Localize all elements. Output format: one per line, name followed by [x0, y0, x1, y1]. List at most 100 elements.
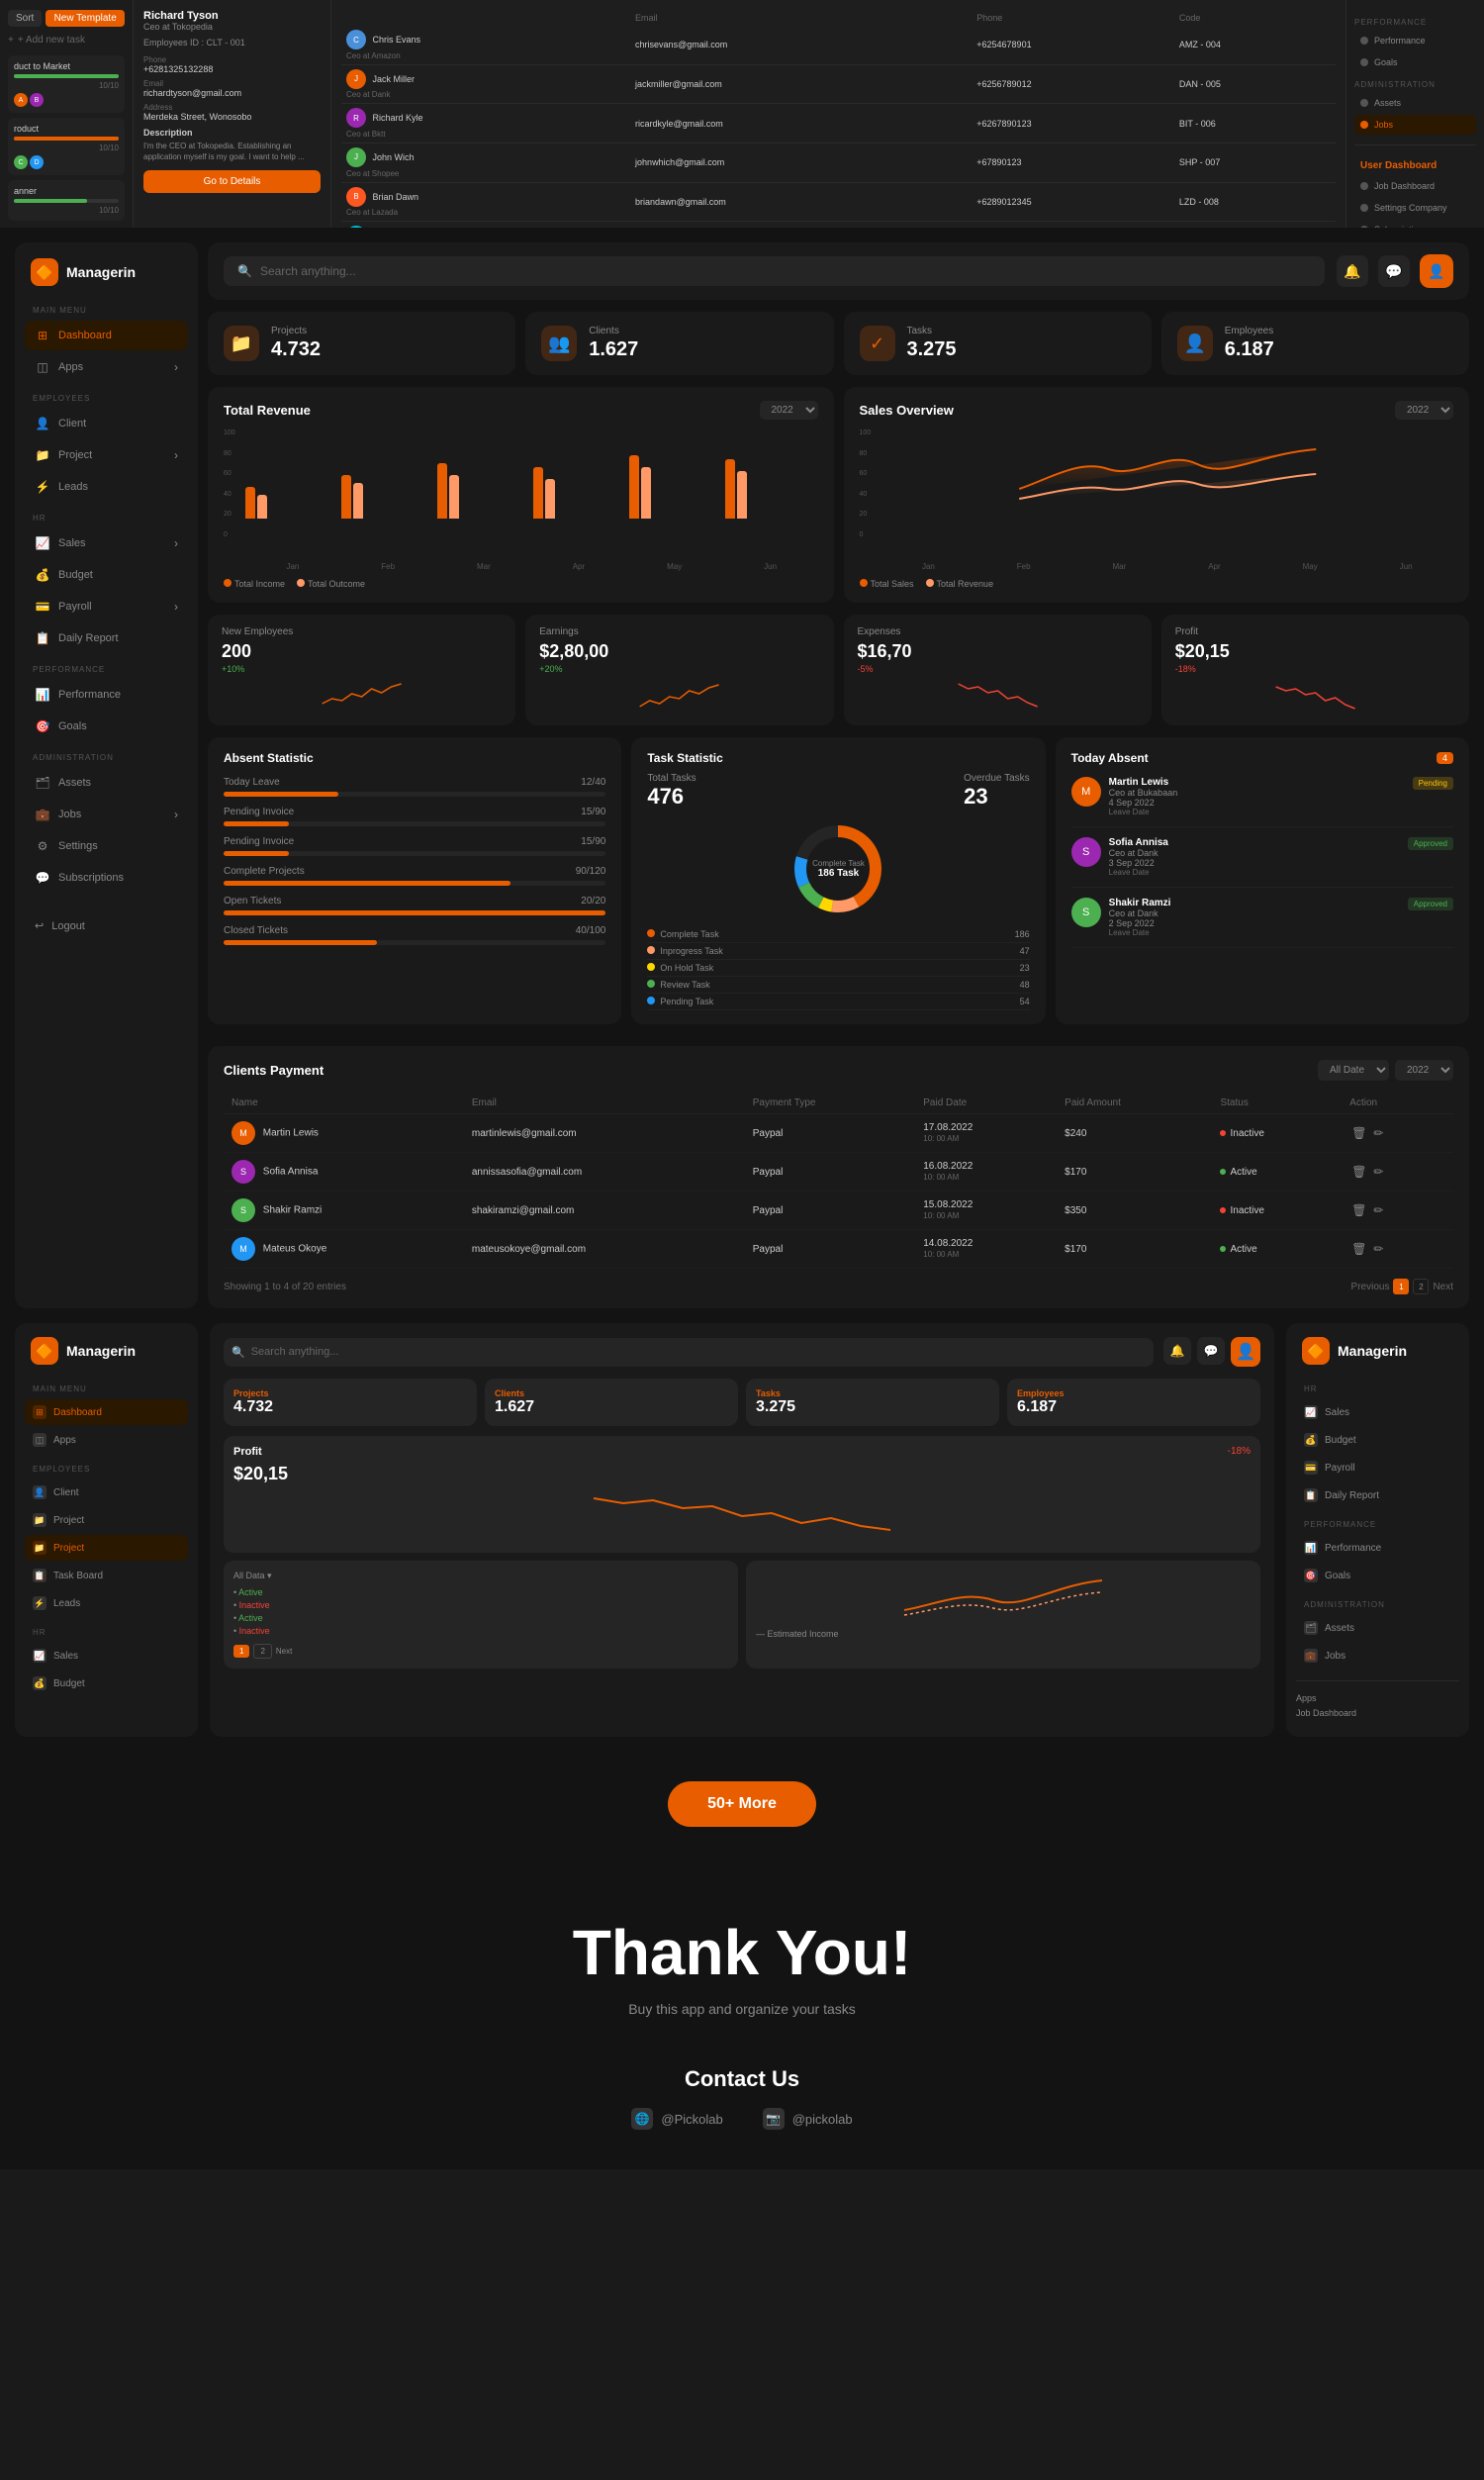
delete-button[interactable]: 🗑	[1349, 1201, 1368, 1219]
delete-button[interactable]: 🗑	[1349, 1240, 1368, 1258]
sidebar-item-budget[interactable]: 💰 Budget	[25, 560, 188, 590]
metric-card-employees: New Employees 200 +10%	[208, 615, 515, 725]
sales-line-chart	[881, 429, 1454, 519]
prev-project-item[interactable]: 📁 Project	[25, 1507, 188, 1533]
prev-apps-item[interactable]: ◫ Apps	[25, 1427, 188, 1453]
contact-table-row: J James WayneCeo at Gojek jameswayne@gma…	[341, 222, 1336, 228]
prev-page-2[interactable]: 2	[253, 1644, 271, 1659]
perf-item[interactable]: Performance	[1354, 31, 1476, 50]
message-button[interactable]: 💬	[1378, 255, 1410, 287]
prev-client-item[interactable]: 👤 Client	[25, 1479, 188, 1505]
dashboard-header: 🔍 Search anything... 🔔 💬 👤	[208, 242, 1469, 300]
preview-notif-button[interactable]: 🔔	[1163, 1337, 1191, 1365]
prev3-perf-item[interactable]: 📊 Performance	[1296, 1535, 1459, 1561]
income-bar	[245, 487, 255, 519]
notification-button[interactable]: 🔔	[1337, 255, 1368, 287]
sidebar-item-performance[interactable]: 📊 Performance	[25, 680, 188, 710]
jobs-item[interactable]: Jobs	[1354, 115, 1476, 135]
settings-item[interactable]: Settings Company	[1354, 198, 1476, 218]
payment-table-row: S Sofia Annisa annissasofia@gmail.com Pa…	[224, 1153, 1453, 1192]
sidebar-item-project[interactable]: 📁 Project	[25, 440, 188, 470]
pay-page-2-button[interactable]: 2	[1413, 1279, 1429, 1294]
prev3-budget-icon: 💰	[1304, 1433, 1318, 1447]
sales-y-labels: 100806040200	[860, 429, 880, 538]
leads-icon: ⚡	[35, 479, 50, 495]
status-dot	[1220, 1169, 1226, 1175]
prev3-budget-item[interactable]: 💰 Budget	[1296, 1427, 1459, 1453]
preview-msg-button[interactable]: 💬	[1197, 1337, 1225, 1365]
edit-button[interactable]: ✏	[1371, 1201, 1385, 1219]
edit-button[interactable]: ✏	[1371, 1163, 1385, 1181]
tasks-icon: ✓	[860, 326, 895, 361]
assets-item[interactable]: Assets	[1354, 93, 1476, 113]
prev-project-active-item[interactable]: 📁 Project	[25, 1535, 188, 1561]
sales-year-select[interactable]: 2022	[1395, 401, 1453, 420]
sort-button[interactable]: Sort	[8, 10, 42, 27]
prev-taskboard-item[interactable]: 📋 Task Board	[25, 1563, 188, 1588]
prev3-goals-item[interactable]: 🎯 Goals	[1296, 1563, 1459, 1588]
sidebar-item-assets[interactable]: 🗂 Assets	[25, 768, 188, 798]
sidebar-item-goals[interactable]: 🎯 Goals	[25, 712, 188, 741]
sidebar-item-settings[interactable]: ⚙ Settings	[25, 831, 188, 861]
contact-link-1[interactable]: 🌐 @Pickolab	[631, 2108, 722, 2130]
preview-avatar[interactable]: 👤	[1231, 1337, 1260, 1367]
subscriptions-item[interactable]: Subscriptions	[1354, 220, 1476, 228]
prev-leads-item[interactable]: ⚡ Leads	[25, 1590, 188, 1616]
prev-sales-item[interactable]: 📈 Sales	[25, 1643, 188, 1669]
new-template-button[interactable]: New Template	[46, 10, 125, 27]
status-dot	[1220, 1207, 1226, 1213]
user-avatar[interactable]: 👤	[1420, 254, 1453, 288]
sidebar-item-client[interactable]: 👤 Client	[25, 409, 188, 438]
sidebar-item-jobs[interactable]: 💼 Jobs	[25, 800, 188, 829]
prev-dashboard-item[interactable]: ⊞ Dashboard	[25, 1399, 188, 1425]
add-task-row[interactable]: + + Add new task	[8, 35, 125, 46]
contact-link-2[interactable]: 📷 @pickolab	[763, 2108, 853, 2130]
all-date-select[interactable]: All Date	[1318, 1060, 1389, 1081]
sidebar-item-subscriptions[interactable]: 💬 Subscriptions	[25, 863, 188, 893]
prev3-daily-item[interactable]: 📋 Daily Report	[1296, 1482, 1459, 1508]
sidebar-item-payroll[interactable]: 💳 Payroll	[25, 592, 188, 621]
more-button[interactable]: 50+ More	[668, 1781, 816, 1827]
prev3-payroll-item[interactable]: 💳 Payroll	[1296, 1455, 1459, 1480]
delete-button[interactable]: 🗑	[1349, 1163, 1368, 1181]
sidebar-item-apps[interactable]: ◫ Apps	[25, 352, 188, 382]
revenue-year-select[interactable]: 2022	[760, 401, 818, 420]
delete-button[interactable]: 🗑	[1349, 1124, 1368, 1142]
preview-stat-4: Employees 6.187	[1007, 1379, 1260, 1426]
pay-avatar: S	[232, 1160, 255, 1184]
go-details-button[interactable]: Go to Details	[143, 170, 321, 193]
sidebar-item-daily-report[interactable]: 📋 Daily Report	[25, 623, 188, 653]
preview-search-box[interactable]: 🔍 Search anything...	[224, 1338, 1154, 1367]
income-bar	[629, 455, 639, 519]
search-box[interactable]: 🔍 Search anything...	[224, 256, 1325, 286]
edit-button[interactable]: ✏	[1371, 1124, 1385, 1142]
prev-sales-icon: 📈	[33, 1649, 46, 1663]
preview-logo-icon-3: 🔶	[1302, 1337, 1330, 1365]
logout-icon: ↩	[35, 919, 44, 932]
prev3-assets-item[interactable]: 🗂 Assets	[1296, 1615, 1459, 1641]
job-dashboard-item[interactable]: Job Dashboard	[1354, 176, 1476, 196]
prev-page-1[interactable]: 1	[233, 1645, 249, 1658]
logout-button[interactable]: ↩ Logout	[25, 912, 188, 939]
prev3-jobs-item[interactable]: 💼 Jobs	[1296, 1643, 1459, 1669]
sidebar-item-sales[interactable]: 📈 Sales	[25, 528, 188, 558]
prev-client-icon: 👤	[33, 1485, 46, 1499]
sidebar-item-leads[interactable]: ⚡ Leads	[25, 472, 188, 502]
preview-sidebar-right: 🔶 Managerin HR 📈 Sales 💰 Budget 💳 Payrol…	[1286, 1323, 1469, 1737]
prev-budget-item[interactable]: 💰 Budget	[25, 1670, 188, 1696]
sidebar-item-dashboard[interactable]: ⊞ Dashboard	[25, 321, 188, 350]
contact-avatar: J	[346, 69, 366, 89]
year-select[interactable]: 2022	[1395, 1060, 1453, 1081]
task-legend-item: Pending Task 54	[647, 994, 1029, 1010]
clients-value: 1.627	[589, 338, 638, 361]
prev3-perf-icon: 📊	[1304, 1541, 1318, 1555]
outcome-bar	[449, 475, 459, 519]
user-dashboard-item[interactable]: User Dashboard	[1354, 155, 1476, 176]
pay-page-1-button[interactable]: 1	[1393, 1279, 1409, 1294]
bar-group	[341, 475, 433, 519]
absent-stat-row: Today Leave 12/40	[224, 777, 605, 797]
edit-button[interactable]: ✏	[1371, 1240, 1385, 1258]
outcome-bar	[737, 471, 747, 519]
prev3-sales-item[interactable]: 📈 Sales	[1296, 1399, 1459, 1425]
goals-item[interactable]: Goals	[1354, 52, 1476, 72]
